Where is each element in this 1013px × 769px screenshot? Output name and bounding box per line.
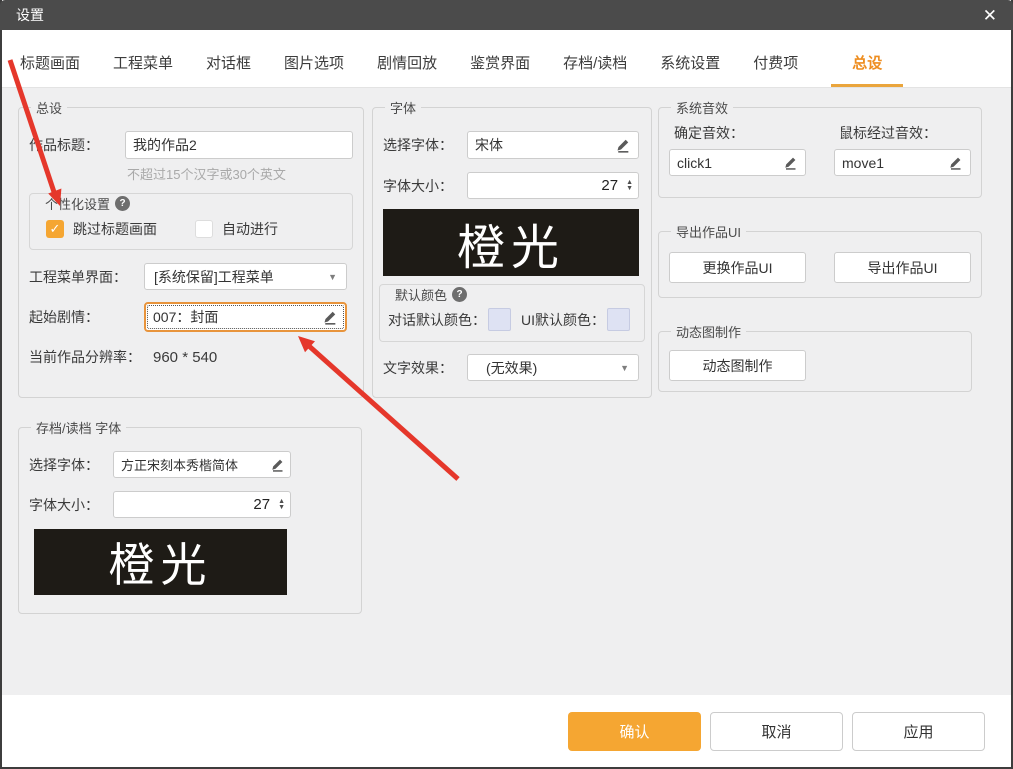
edit-pencil-icon[interactable]	[947, 155, 963, 171]
edit-pencil-icon[interactable]	[269, 457, 285, 473]
tab-gallery[interactable]: 鉴赏界面	[470, 38, 530, 87]
cancel-button[interactable]: 取消	[710, 712, 843, 751]
tab-story-replay[interactable]: 剧情回放	[377, 38, 437, 87]
font-size-input[interactable]: 27 ▲▼	[467, 172, 639, 199]
confirm-sound-label: 确定音效：	[669, 123, 806, 143]
hover-sound-label: 鼠标经过音效：	[834, 123, 971, 143]
save-font-name-field[interactable]: 方正宋刻本秀楷简体	[113, 451, 291, 478]
ui-color-label: UI默认颜色：	[521, 310, 605, 330]
work-title-value: 我的作品2	[133, 135, 197, 155]
spinner-down-icon[interactable]: ▼	[278, 505, 285, 511]
group-export-ui: 导出作品UI 更换作品UI 导出作品UI	[658, 222, 982, 298]
project-menu-select[interactable]: [系统保留]工程菜单 ▼	[144, 263, 347, 290]
edit-pencil-icon[interactable]	[782, 155, 798, 171]
dialog-color-swatch[interactable]	[488, 308, 511, 331]
window-title: 设置	[16, 5, 44, 25]
save-font-select-label: 选择字体：	[29, 455, 113, 475]
help-icon[interactable]: ?	[452, 287, 467, 302]
confirm-button[interactable]: 确认	[568, 712, 701, 751]
work-title-input[interactable]: 我的作品2	[125, 131, 353, 159]
save-font-preview: 橙光	[34, 529, 287, 595]
group-general: 总设 作品标题： 我的作品2 不超过15个汉字或30个英文 个性化设置 ? ✓ …	[18, 98, 364, 398]
group-export-ui-legend: 导出作品UI	[671, 222, 746, 241]
skip-title-label: 跳过标题画面	[73, 219, 157, 239]
hover-sound-value: move1	[842, 155, 884, 171]
group-personalization-legend: 个性化设置 ?	[40, 194, 344, 213]
auto-play-checkbox[interactable]	[195, 220, 213, 238]
chevron-down-icon: ▼	[620, 363, 629, 373]
group-general-legend: 总设	[31, 98, 67, 117]
tab-paid-items[interactable]: 付费项	[753, 38, 798, 87]
group-gif-maker: 动态图制作 动态图制作	[658, 322, 972, 392]
save-font-size-label: 字体大小：	[29, 495, 113, 515]
save-font-size-input[interactable]: 27 ▲▼	[113, 491, 291, 518]
auto-play-label: 自动进行	[222, 219, 278, 239]
project-menu-label: 工程菜单界面：	[29, 267, 144, 287]
tab-title-screen[interactable]: 标题画面	[20, 38, 80, 87]
confirm-sound-field[interactable]: click1	[669, 149, 806, 176]
work-title-note: 不超过15个汉字或30个英文	[127, 164, 353, 183]
group-font-legend: 字体	[385, 98, 421, 117]
group-system-sound-legend: 系统音效	[671, 98, 733, 117]
help-icon[interactable]: ?	[115, 196, 130, 211]
text-effect-label: 文字效果：	[383, 358, 467, 378]
titlebar[interactable]: 设置 ✕	[0, 0, 1013, 30]
resolution-label: 当前作品分辨率：	[29, 347, 141, 367]
start-story-value: 007：封面	[153, 307, 218, 327]
text-effect-select[interactable]: (无效果) ▼	[467, 354, 639, 381]
group-save-font: 存档/读档 字体 选择字体： 方正宋刻本秀楷简体 字体大小： 27 ▲▼	[18, 418, 362, 614]
tab-panel-general: 总设 作品标题： 我的作品2 不超过15个汉字或30个英文 个性化设置 ? ✓ …	[2, 88, 1011, 695]
spinner-control[interactable]: ▲▼	[626, 180, 633, 192]
close-icon[interactable]: ✕	[983, 7, 997, 24]
group-gif-maker-legend: 动态图制作	[671, 322, 746, 341]
hover-sound-field[interactable]: move1	[834, 149, 971, 176]
confirm-sound-block: 确定音效： click1	[669, 123, 806, 176]
save-font-size-value: 27	[253, 496, 270, 513]
group-default-colors-legend: 默认颜色 ?	[390, 285, 636, 304]
tab-dialog-box[interactable]: 对话框	[206, 38, 251, 87]
ui-color-swatch[interactable]	[607, 308, 630, 331]
font-name-value: 宋体	[475, 135, 503, 155]
save-font-name-value: 方正宋刻本秀楷简体	[121, 455, 238, 474]
start-story-field[interactable]: 007：封面	[144, 302, 347, 332]
resolution-value: 960 * 540	[153, 349, 217, 366]
edit-pencil-icon[interactable]	[614, 137, 631, 154]
font-size-value: 27	[601, 177, 618, 194]
export-ui-button[interactable]: 导出作品UI	[834, 252, 971, 283]
edit-pencil-icon[interactable]	[321, 309, 338, 326]
settings-dialog: 设置 ✕ 标题画面 工程菜单 对话框 图片选项 剧情回放 鉴赏界面 存档/读档 …	[0, 0, 1013, 769]
apply-button[interactable]: 应用	[852, 712, 985, 751]
font-select-label: 选择字体：	[383, 135, 467, 155]
tab-system[interactable]: 系统设置	[660, 38, 720, 87]
font-preview: 橙光	[383, 209, 639, 276]
tab-project-menu[interactable]: 工程菜单	[113, 38, 173, 87]
start-story-label: 起始剧情：	[29, 307, 144, 327]
change-ui-button[interactable]: 更换作品UI	[669, 252, 806, 283]
font-name-field[interactable]: 宋体	[467, 131, 639, 159]
dialog-footer: 确认 取消 应用	[2, 695, 1011, 767]
tab-general[interactable]: 总设	[831, 38, 903, 87]
dialog-color-label: 对话默认颜色：	[388, 310, 486, 330]
group-save-font-legend: 存档/读档 字体	[31, 418, 126, 437]
gif-maker-button[interactable]: 动态图制作	[669, 350, 806, 381]
chevron-down-icon: ▼	[328, 272, 337, 282]
text-effect-value: (无效果)	[486, 358, 537, 378]
group-font: 字体 选择字体： 宋体 字体大小： 27 ▲▼	[372, 98, 652, 398]
tab-image-options[interactable]: 图片选项	[284, 38, 344, 87]
group-default-colors: 默认颜色 ? 对话默认颜色： UI默认颜色：	[379, 284, 645, 342]
tab-bar: 标题画面 工程菜单 对话框 图片选项 剧情回放 鉴赏界面 存档/读档 系统设置 …	[2, 30, 1011, 88]
hover-sound-block: 鼠标经过音效： move1	[834, 123, 971, 176]
group-personalization: 个性化设置 ? ✓ 跳过标题画面 自动进行	[29, 193, 353, 250]
skip-title-checkbox[interactable]: ✓	[46, 220, 64, 238]
group-system-sound: 系统音效 确定音效： click1 鼠标经过音效： move1	[658, 98, 982, 198]
confirm-sound-value: click1	[677, 155, 712, 171]
spinner-down-icon[interactable]: ▼	[626, 186, 633, 192]
font-size-label: 字体大小：	[383, 176, 467, 196]
tab-save-load[interactable]: 存档/读档	[563, 38, 627, 87]
project-menu-value: [系统保留]工程菜单	[154, 267, 274, 287]
work-title-label: 作品标题：	[29, 135, 125, 155]
spinner-control[interactable]: ▲▼	[278, 499, 285, 511]
